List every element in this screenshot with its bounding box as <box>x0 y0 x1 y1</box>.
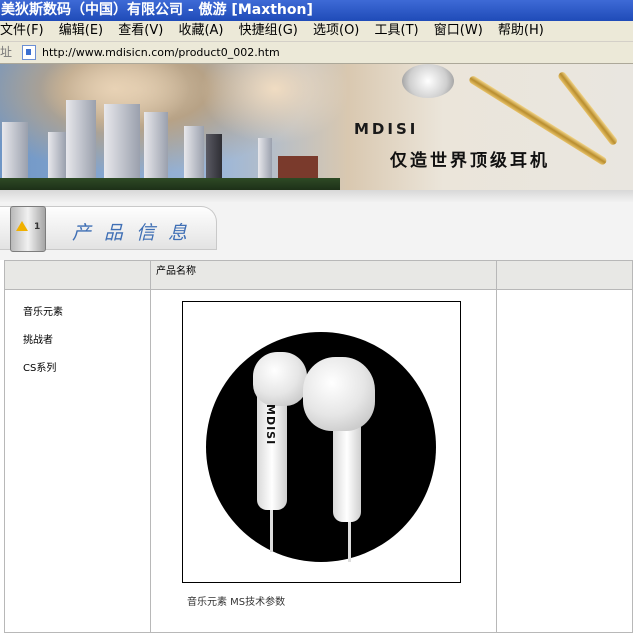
address-bar: 址 http://www.mdisicn.com/product0_002.htm <box>0 42 633 64</box>
product-cell: MDISI 音乐元素 MS技术参数 <box>150 289 497 633</box>
table-row: 音乐元素 挑战者 CS系列 MDISI 音乐元素 MS技术参数 <box>4 289 633 633</box>
right-empty-cell <box>496 289 633 633</box>
banner-earbud <box>402 64 454 98</box>
menu-window[interactable]: 窗口(W) <box>434 21 483 41</box>
banner-building <box>66 100 96 182</box>
header-cell-empty <box>4 260 151 290</box>
menu-file[interactable]: 文件(F) <box>0 21 44 41</box>
site-banner: MDISI 仅造世界顶级耳机 <box>0 64 633 190</box>
banner-building <box>184 126 204 182</box>
category-link-challenger[interactable]: 挑战者 <box>23 331 149 347</box>
warning-icon <box>16 221 28 231</box>
earphone-bud <box>253 352 307 406</box>
banner-building <box>206 134 222 182</box>
menu-view[interactable]: 查看(V) <box>118 21 163 41</box>
menu-groups[interactable]: 快捷组(G) <box>239 21 298 41</box>
banner-building <box>104 104 140 182</box>
product-photo[interactable]: MDISI <box>182 301 461 583</box>
menu-tools[interactable]: 工具(T) <box>375 21 419 41</box>
address-label: 址 <box>0 45 13 59</box>
window-title-bar: 美狄斯数码（中国）有限公司 - 傲游 [Maxthon] <box>0 0 633 21</box>
cabinet-number: 1 <box>34 222 41 232</box>
category-link-music[interactable]: 音乐元素 <box>23 303 149 319</box>
category-link-cs-series[interactable]: CS系列 <box>23 359 149 375</box>
banner-trees <box>0 178 340 190</box>
banner-building <box>48 132 66 182</box>
product-caption[interactable]: 音乐元素 MS技术参数 <box>187 593 495 608</box>
banner-building <box>258 138 272 182</box>
menu-edit[interactable]: 编辑(E) <box>59 21 103 41</box>
menu-bar: 文件(F) 编辑(E) 查看(V) 收藏(A) 快捷组(G) 选项(O) 工具(… <box>0 21 633 42</box>
category-sidebar: 音乐元素 挑战者 CS系列 <box>4 289 151 633</box>
address-input[interactable]: http://www.mdisicn.com/product0_002.htm <box>42 46 280 59</box>
photo-brand-mark: MDISI <box>264 404 277 446</box>
menu-favorites[interactable]: 收藏(A) <box>178 21 223 41</box>
cabinet-icon: 1 <box>10 206 46 252</box>
window-title: 美狄斯数码（中国）有限公司 - 傲游 [Maxthon] <box>1 2 313 18</box>
banner-divider <box>0 190 633 202</box>
brand-logo: MDISI <box>354 120 419 138</box>
menu-options[interactable]: 选项(O) <box>313 21 359 41</box>
table-header-row: 产品名称 <box>4 260 633 290</box>
banner-slogan: 仅造世界顶级耳机 <box>390 151 550 171</box>
page-icon <box>22 45 36 60</box>
earphone-bud <box>303 357 375 431</box>
banner-building <box>2 122 28 182</box>
product-table: 产品名称 音乐元素 挑战者 CS系列 MDISI 音乐元素 MS技术参数 <box>4 260 633 633</box>
section-header: 1 产品信息 <box>0 202 633 260</box>
header-cell-empty <box>496 260 633 290</box>
menu-help[interactable]: 帮助(H) <box>498 21 544 41</box>
header-product-name: 产品名称 <box>150 260 497 290</box>
banner-building <box>144 112 168 182</box>
section-title: 产品信息 <box>72 222 201 244</box>
